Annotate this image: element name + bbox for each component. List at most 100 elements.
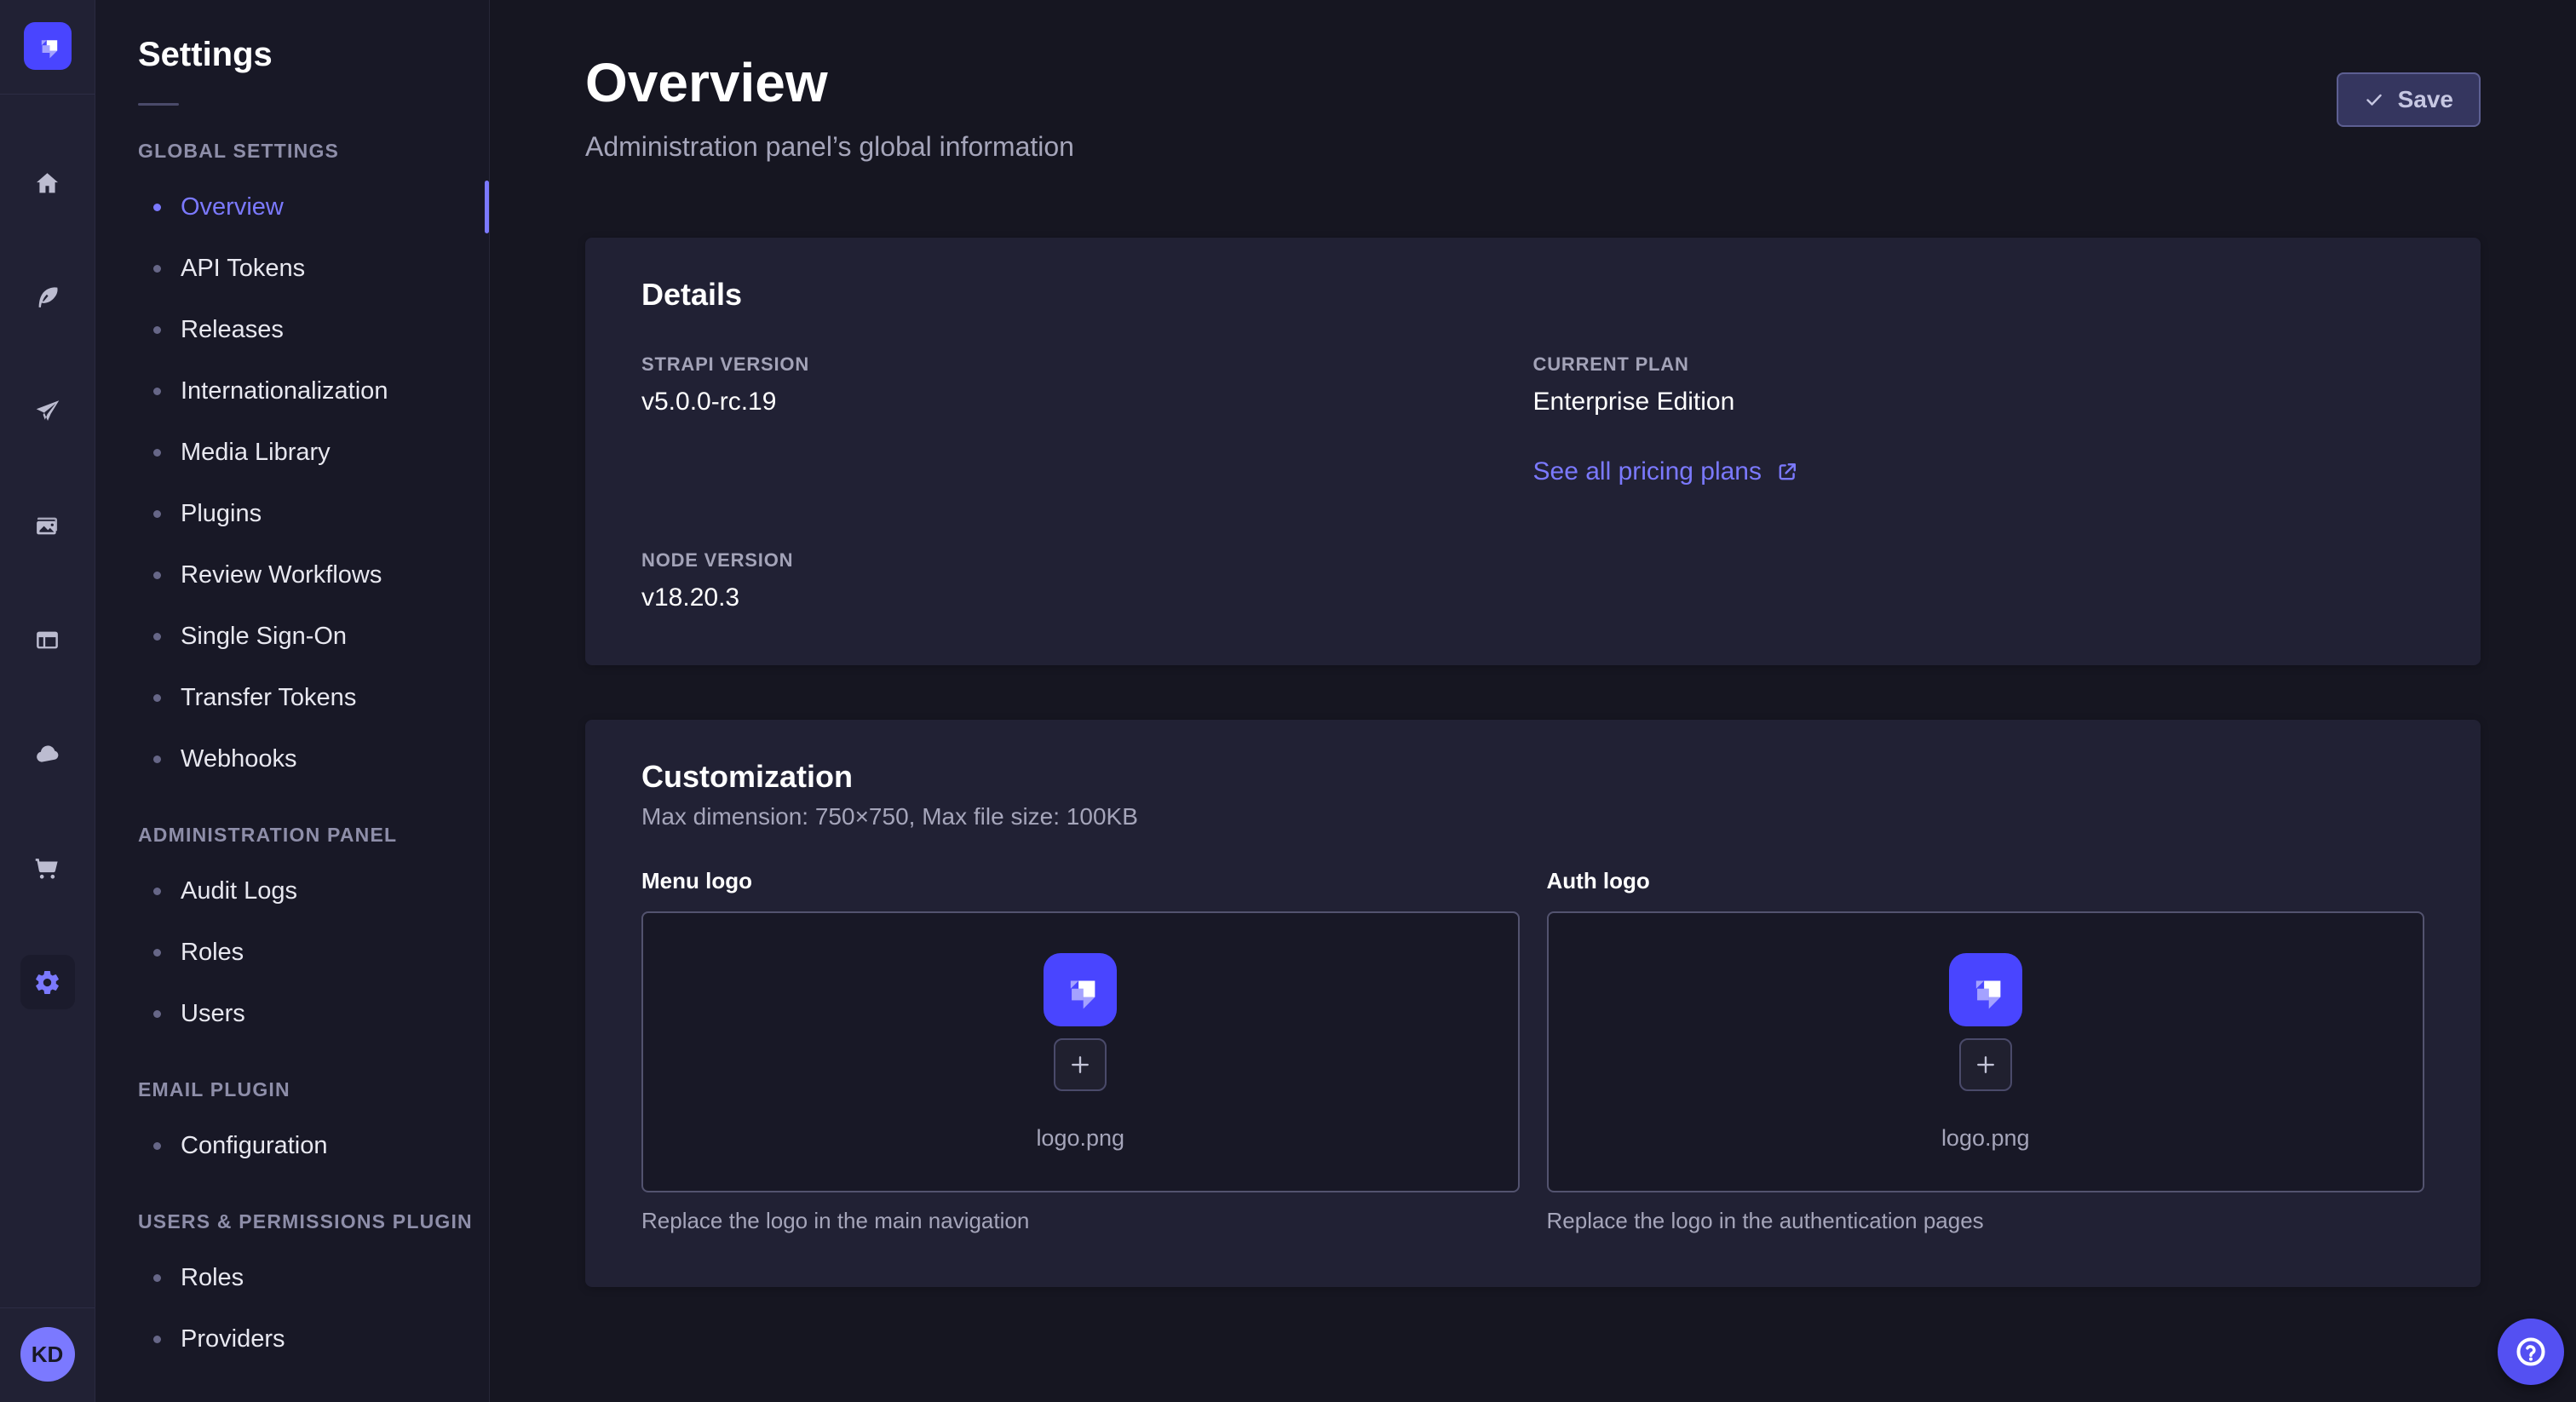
subnav-item-review-workflows[interactable]: Review Workflows [95,544,489,606]
subnav-item-label: Users [181,1000,245,1028]
subnav-section-header: USERS & PERMISSIONS PLUGIN [95,1210,489,1233]
logo-wrap [0,0,95,95]
field-value: v5.0.0-rc.19 [641,388,1533,417]
bullet-icon [153,510,161,518]
bullet-icon [153,756,161,763]
bullet-icon [153,388,161,395]
add-menu-logo-button[interactable] [1054,1038,1107,1091]
subnav-item-roles[interactable]: Roles [95,922,489,983]
subnav-item-label: Audit Logs [181,877,297,905]
strapi-logo[interactable] [24,22,72,70]
subnav-item-label: Media Library [181,439,331,467]
subnav-item-label: Overview [181,193,284,221]
uploads-grid: Menu logo [641,868,2424,1234]
subnav-item-releases[interactable]: Releases [95,299,489,360]
pricing-plans-link[interactable]: See all pricing plans [1533,457,1800,486]
page-header-text: Overview Administration panel’s global i… [585,54,1074,163]
subnav-title: Settings [95,0,489,74]
field-value: v18.20.3 [641,583,1533,612]
bullet-icon [153,949,161,957]
gear-icon[interactable] [20,955,75,1009]
bullet-icon [153,1336,161,1343]
page-header: Overview Administration panel’s global i… [585,54,2481,163]
subnav-item-configuration[interactable]: Configuration [95,1115,489,1176]
details-card-title: Details [641,277,2424,313]
add-auth-logo-button[interactable] [1959,1038,2012,1091]
subnav-item-audit-logs[interactable]: Audit Logs [95,860,489,922]
check-icon [2364,89,2384,110]
subnav-section-header: GLOBAL SETTINGS [95,140,489,163]
customization-card-subtitle: Max dimension: 750×750, Max file size: 1… [641,803,2424,830]
customization-card: Customization Max dimension: 750×750, Ma… [585,720,2481,1287]
bullet-icon [153,694,161,702]
settings-subnav: Settings GLOBAL SETTINGS Overview API Toke… [95,0,490,1402]
avatar[interactable]: KD [20,1327,75,1382]
paper-plane-icon[interactable] [20,384,75,439]
subnav-item-webhooks[interactable]: Webhooks [95,728,489,790]
home-icon[interactable] [20,156,75,210]
help-button[interactable] [2498,1319,2564,1385]
customization-card-title: Customization [641,759,2424,795]
cloud-icon[interactable] [20,727,75,781]
menu-logo-dropzone[interactable]: logo.png [641,911,1520,1192]
field-value: Enterprise Edition [1533,388,2425,417]
subnav-item-media-library[interactable]: Media Library [95,422,489,483]
bullet-icon [153,326,161,334]
strapi-mark-icon [31,29,65,63]
subnav-item-label: Roles [181,939,244,967]
plus-icon [1067,1052,1093,1077]
external-link-icon [1775,460,1799,484]
save-button[interactable]: Save [2337,72,2481,127]
subnav-item-roles[interactable]: Roles [95,1247,489,1308]
subnav-section: ADMINISTRATION PANELAudit LogsRolesUsers [95,824,489,1044]
field-label: NODE VERSION [641,549,1533,572]
layout-icon[interactable] [20,612,75,667]
details-grid: STRAPI VERSION v5.0.0-rc.19 CURRENT PLAN… [641,353,2424,612]
bullet-icon [153,1142,161,1150]
images-icon[interactable] [20,498,75,553]
subnav-section: USERS & PERMISSIONS PLUGIN Roles Providers [95,1210,489,1370]
bullet-icon [153,1274,161,1282]
auth-logo-filename: logo.png [1941,1125,2030,1152]
subnav-item-label: Webhooks [181,745,297,773]
bullet-icon [153,1010,161,1018]
subnav-item-internationalization[interactable]: Internationalization [95,360,489,422]
field-label: STRAPI VERSION [641,353,1533,376]
plus-icon [1973,1052,1998,1077]
auth-logo-hint: Replace the logo in the authentication p… [1547,1208,2425,1234]
menu-logo-preview [1044,953,1117,1026]
details-card: Details STRAPI VERSION v5.0.0-rc.19 CURR… [585,238,2481,665]
feather-icon[interactable] [20,270,75,325]
menu-logo-filename: logo.png [1036,1125,1124,1152]
menu-logo-hint: Replace the logo in the main navigation [641,1208,1520,1234]
subnav-sections: GLOBAL SETTINGS Overview API Tokens Release… [95,140,489,1370]
strapi-mark-icon [1054,963,1107,1016]
page-subtitle: Administration panel’s global informatio… [585,131,1074,163]
subnav-item-label: Releases [181,316,284,344]
question-mark-icon [2513,1334,2549,1370]
subnav-item-providers[interactable]: Providers [95,1308,489,1370]
icon-sidebar-items [20,156,75,1009]
node-version-field: NODE VERSION v18.20.3 [641,549,1533,612]
subnav-item-users[interactable]: Users [95,983,489,1044]
current-plan-field: CURRENT PLAN Enterprise Edition See all … [1533,353,2425,486]
menu-logo-label: Menu logo [641,868,1520,894]
cart-icon[interactable] [20,841,75,895]
bullet-icon [153,572,161,579]
bullet-icon [153,633,161,641]
subnav-title-divider [138,103,179,106]
main-navigation-bar: KD [0,0,95,1402]
subnav-item-api-tokens[interactable]: API Tokens [95,238,489,299]
subnav-item-transfer-tokens[interactable]: Transfer Tokens [95,667,489,728]
subnav-item-label: Providers [181,1325,285,1353]
subnav-item-overview[interactable]: Overview [95,176,489,238]
menu-logo-group: Menu logo [641,868,1520,1234]
page-title: Overview [585,54,1074,112]
pricing-plans-link-label: See all pricing plans [1533,457,1762,486]
subnav-item-single-sign-on[interactable]: Single Sign-On [95,606,489,667]
iconbar-bottom: KD [0,1307,95,1402]
auth-logo-dropzone[interactable]: logo.png [1547,911,2425,1192]
subnav-item-label: Plugins [181,500,262,528]
subnav-item-plugins[interactable]: Plugins [95,483,489,544]
strapi-version-field: STRAPI VERSION v5.0.0-rc.19 [641,353,1533,486]
